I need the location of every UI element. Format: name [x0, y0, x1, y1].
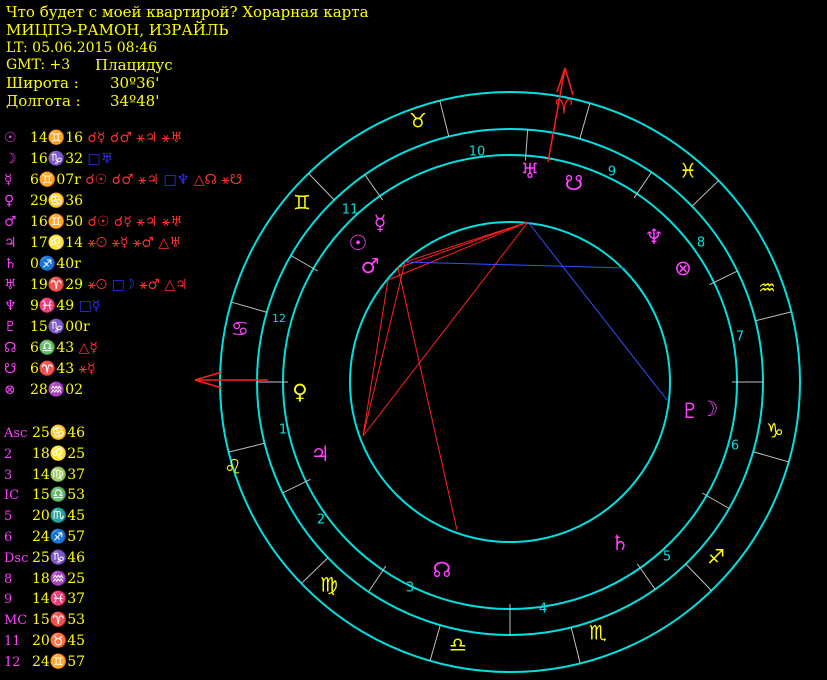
- mercury-icon: ☿: [374, 211, 387, 235]
- zodiac-sign-icon: ♌: [224, 455, 242, 479]
- sign-boundary: [429, 625, 441, 661]
- house-cusp-line: [636, 563, 656, 590]
- house-number: 9: [608, 165, 616, 180]
- zodiac-sign-icon: ♊: [293, 191, 311, 215]
- pluto-icon: ♇: [681, 399, 700, 423]
- neptune-icon: ♆: [645, 225, 664, 249]
- jupiter-icon: ♃: [311, 442, 330, 466]
- fortune-icon: ⊗: [674, 256, 692, 280]
- sign-boundary: [228, 442, 265, 453]
- sign-boundary: [570, 627, 581, 664]
- house-number: 6: [731, 439, 739, 454]
- sign-boundary: [439, 100, 450, 137]
- sign-boundary: [579, 103, 591, 139]
- house-cusp-line: [368, 565, 387, 593]
- sign-boundary: [308, 173, 335, 201]
- zodiac-sign-icon: ♋: [231, 317, 249, 341]
- horary-chart-window: Что будет с моей квартирой? Хорарная кар…: [0, 0, 827, 680]
- chart-wheel: ♈♉♊♋♌♍♎ ♏♐♑♒♓123456789101112♅ ☋♆⊗♇ ☽♄☊♃♀♂☉☿: [194, 67, 801, 673]
- house-cusp-line: [709, 270, 738, 286]
- zodiac-sign-icon: ♓: [679, 159, 697, 183]
- house-number: 12: [272, 312, 286, 325]
- house-cusp-line: [290, 255, 318, 272]
- house-number: 3: [406, 581, 414, 596]
- house-cusp-line: [282, 478, 311, 494]
- zodiac-sign-icon: ♉: [409, 109, 427, 133]
- house-number: 11: [342, 203, 359, 218]
- zodiac-sign-icon: ♎: [449, 633, 467, 657]
- house-cusp-line: [364, 174, 384, 201]
- house-number: 8: [697, 236, 705, 251]
- house-number: 1: [279, 423, 287, 438]
- zodiac-sign-icon: ♏: [589, 621, 607, 645]
- house-number: 7: [736, 330, 744, 345]
- aspect-line: [362, 279, 389, 437]
- house-number: 5: [663, 550, 671, 565]
- sign-boundary: [753, 451, 789, 463]
- house-number: 2: [317, 513, 325, 528]
- aspect-line: [397, 267, 458, 531]
- sign-boundary: [231, 301, 267, 313]
- house-cusp-line: [702, 492, 730, 509]
- saturn-icon: ♄: [611, 531, 630, 555]
- house-number: 10: [469, 145, 486, 160]
- aspect-line: [362, 221, 529, 437]
- zodiac-sign-icon: ♒: [758, 276, 776, 300]
- venus-icon: ♀: [292, 380, 307, 404]
- wheel-ring-3: [282, 154, 738, 610]
- sign-boundary: [691, 180, 719, 207]
- south-node-icon: ☋: [565, 171, 584, 195]
- house-number: 4: [539, 602, 547, 617]
- uranus-icon: ♅: [521, 159, 540, 183]
- north-node-icon: ☊: [433, 558, 452, 582]
- mars-icon: ♂: [361, 254, 380, 278]
- sign-boundary: [755, 311, 792, 322]
- zodiac-sign-icon: ♐: [707, 545, 725, 569]
- wheel-ring-2: [256, 128, 764, 636]
- aspect-line: [404, 261, 626, 269]
- aspect-line: [362, 261, 406, 437]
- zodiac-sign-icon: ♑: [766, 419, 784, 443]
- sun-icon: ☉: [349, 231, 368, 255]
- moon-icon: ☽: [700, 397, 719, 421]
- zodiac-sign-icon: ♍: [320, 573, 338, 597]
- house-cusp-line: [633, 171, 652, 199]
